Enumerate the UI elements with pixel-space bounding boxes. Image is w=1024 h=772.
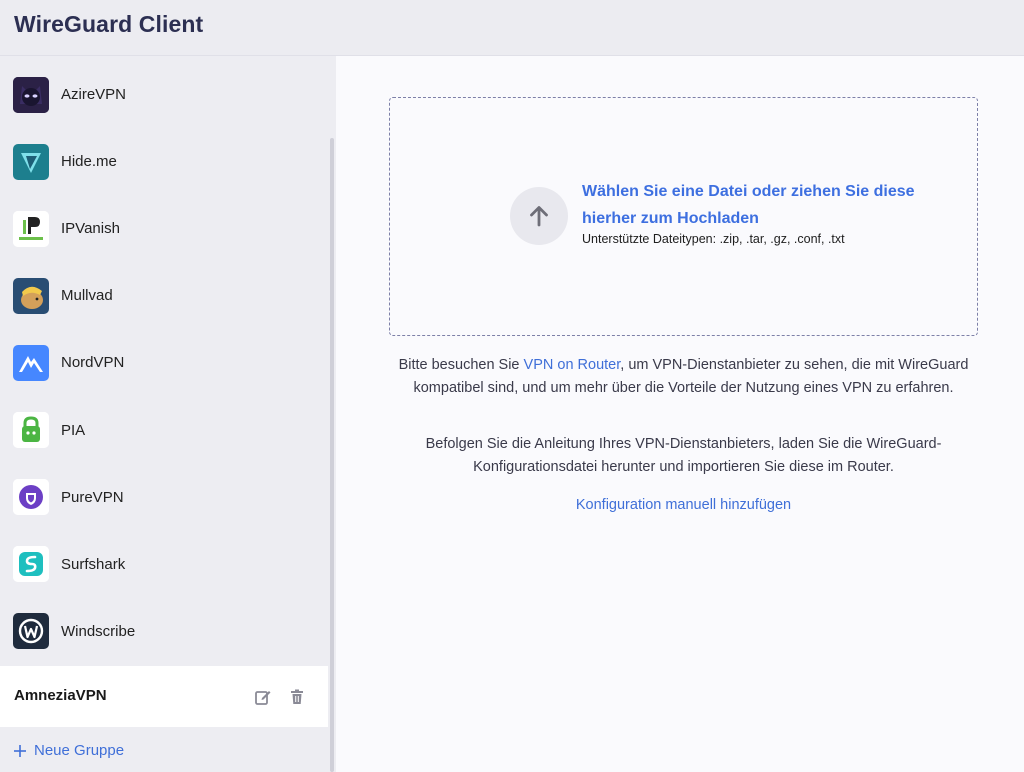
purevpn-logo-icon (13, 479, 49, 516)
plus-icon (12, 743, 28, 759)
new-group-label: Neue Gruppe (34, 742, 125, 759)
trash-icon[interactable] (288, 688, 306, 706)
group-row-amneziavpn[interactable]: AmneziaVPN (0, 666, 328, 727)
sidebar-item-mullvad[interactable]: Mullvad (0, 262, 328, 329)
sidebar-item-purevpn[interactable]: PureVPN (0, 464, 328, 531)
vpn-on-router-link[interactable]: VPN on Router (524, 357, 621, 373)
mullvad-logo-icon (13, 277, 49, 314)
info-text-instructions: Befolgen Sie die Anleitung Ihres VPN-Die… (425, 436, 942, 475)
group-name: AmneziaVPN (14, 687, 107, 704)
sidebar: AzireVPN Hide.me IPVanish Mullvad NordVP… (0, 56, 336, 772)
sidebar-scrollbar[interactable] (330, 138, 334, 772)
provider-label: PureVPN (61, 488, 124, 506)
provider-label: Surfshark (61, 555, 126, 573)
provider-label: AzireVPN (61, 86, 127, 104)
add-config-manually-link[interactable]: Konfiguration manuell hinzufügen (389, 497, 978, 513)
supported-file-types: Unterstützte Dateitypen: .zip, .tar, .gz… (582, 232, 845, 246)
hideme-logo-icon (13, 143, 49, 180)
upload-icon (510, 187, 568, 245)
app-header: WireGuard Client (0, 0, 1024, 56)
provider-label: PIA (61, 421, 86, 439)
windscribe-logo-icon (13, 613, 49, 650)
info-text-vpn-on-router: Bitte besuchen Sie VPN on Router, um VPN… (389, 354, 978, 399)
azirevpn-logo-icon (13, 76, 49, 113)
provider-label: Mullvad (61, 287, 113, 305)
main-content: Wählen Sie eine Datei oder ziehen Sie di… (336, 56, 1024, 772)
info-prefix: Bitte besuchen Sie (398, 357, 524, 373)
provider-label: IPVanish (61, 220, 120, 238)
sidebar-item-ipvanish[interactable]: IPVanish (0, 195, 328, 262)
file-dropzone[interactable]: Wählen Sie eine Datei oder ziehen Sie di… (389, 97, 978, 336)
pia-logo-icon (13, 412, 49, 449)
new-group-button[interactable]: Neue Gruppe (12, 742, 124, 759)
nordvpn-logo-icon (13, 344, 49, 381)
provider-label: Windscribe (61, 622, 136, 640)
sidebar-item-hideme[interactable]: Hide.me (0, 128, 328, 195)
provider-label: Hide.me (61, 153, 117, 171)
ipvanish-logo-icon (13, 210, 49, 247)
provider-list: AzireVPN Hide.me IPVanish Mullvad NordVP… (0, 61, 328, 665)
page-title: WireGuard Client (14, 11, 204, 37)
sidebar-item-azirevpn[interactable]: AzireVPN (0, 61, 328, 128)
edit-icon[interactable] (254, 688, 272, 706)
upload-title: Wählen Sie eine Datei oder ziehen Sie di… (582, 183, 915, 227)
sidebar-item-nordvpn[interactable]: NordVPN (0, 329, 328, 396)
sidebar-item-pia[interactable]: PIA (0, 396, 328, 463)
surfshark-logo-icon (13, 546, 49, 583)
provider-label: NordVPN (61, 354, 125, 372)
sidebar-item-windscribe[interactable]: Windscribe (0, 598, 328, 665)
sidebar-item-surfshark[interactable]: Surfshark (0, 531, 328, 598)
